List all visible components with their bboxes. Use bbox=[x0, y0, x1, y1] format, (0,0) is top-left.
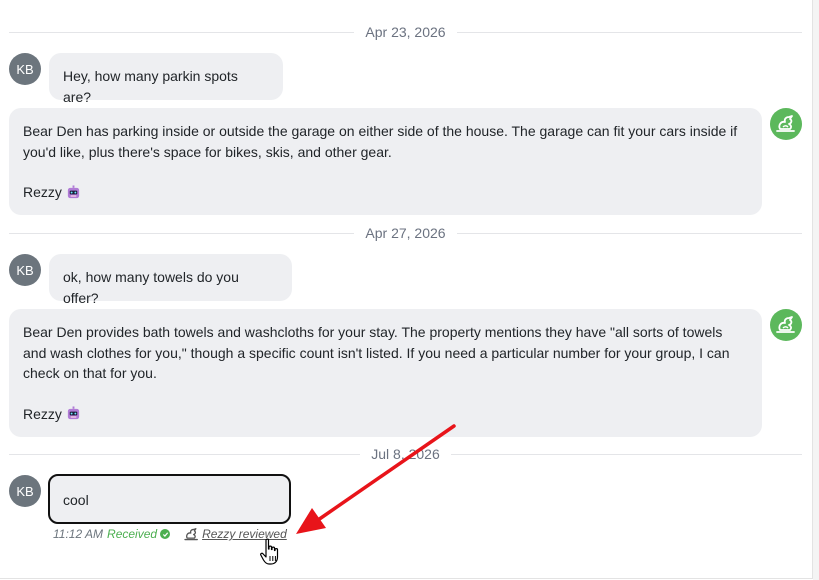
bot-message: Bear Den provides bath towels and washcl… bbox=[9, 309, 762, 437]
robot-emoji-icon bbox=[67, 185, 80, 198]
date-separator: Jul 8, 2026 bbox=[9, 444, 802, 464]
guest-message-text: Hey, how many parkin spots are? bbox=[63, 68, 238, 105]
dragon-logo-icon bbox=[776, 115, 795, 132]
guest-message: Hey, how many parkin spots are? bbox=[49, 53, 283, 105]
signature-text: Rezzy bbox=[23, 405, 62, 422]
bot-message: Bear Den has parking inside or outside t… bbox=[9, 108, 762, 215]
guest-avatar: KB bbox=[9, 53, 41, 85]
guest-avatar: KB bbox=[9, 475, 41, 507]
bot-message-text: Bear Den has parking inside or outside t… bbox=[23, 123, 738, 160]
dragon-logo-icon bbox=[184, 527, 198, 540]
guest-avatar: KB bbox=[9, 254, 41, 286]
date-label: Apr 23, 2026 bbox=[354, 24, 457, 40]
message-meta: 11:12 AM Received Rezzy reviewed bbox=[53, 527, 287, 541]
bot-signature: Rezzy bbox=[23, 404, 748, 425]
message-thread: Apr 23, 2026 KB Hey, how many parkin spo… bbox=[0, 0, 813, 579]
check-circle-icon bbox=[160, 529, 171, 539]
scrollbar[interactable] bbox=[813, 0, 819, 580]
bot-signature: Rezzy bbox=[23, 182, 748, 203]
date-label: Apr 27, 2026 bbox=[354, 225, 457, 241]
message-time: 11:12 AM bbox=[53, 527, 104, 541]
date-separator: Apr 23, 2026 bbox=[9, 22, 802, 42]
guest-message-text: cool bbox=[63, 492, 89, 508]
bot-avatar bbox=[770, 108, 802, 140]
message-status: Received bbox=[107, 527, 158, 541]
robot-emoji-icon bbox=[67, 406, 80, 420]
date-label: Jul 8, 2026 bbox=[360, 446, 451, 462]
hand-pointer-icon bbox=[260, 538, 279, 565]
guest-message-selected[interactable]: cool bbox=[48, 474, 291, 524]
bot-message-text: Bear Den provides bath towels and washcl… bbox=[23, 324, 730, 381]
bot-avatar bbox=[770, 309, 802, 341]
guest-message-text: ok, how many towels do you offer? bbox=[63, 269, 239, 306]
guest-message: ok, how many towels do you offer? bbox=[49, 254, 292, 306]
signature-text: Rezzy bbox=[23, 184, 62, 200]
date-separator: Apr 27, 2026 bbox=[9, 223, 802, 243]
dragon-logo-icon bbox=[776, 316, 795, 333]
